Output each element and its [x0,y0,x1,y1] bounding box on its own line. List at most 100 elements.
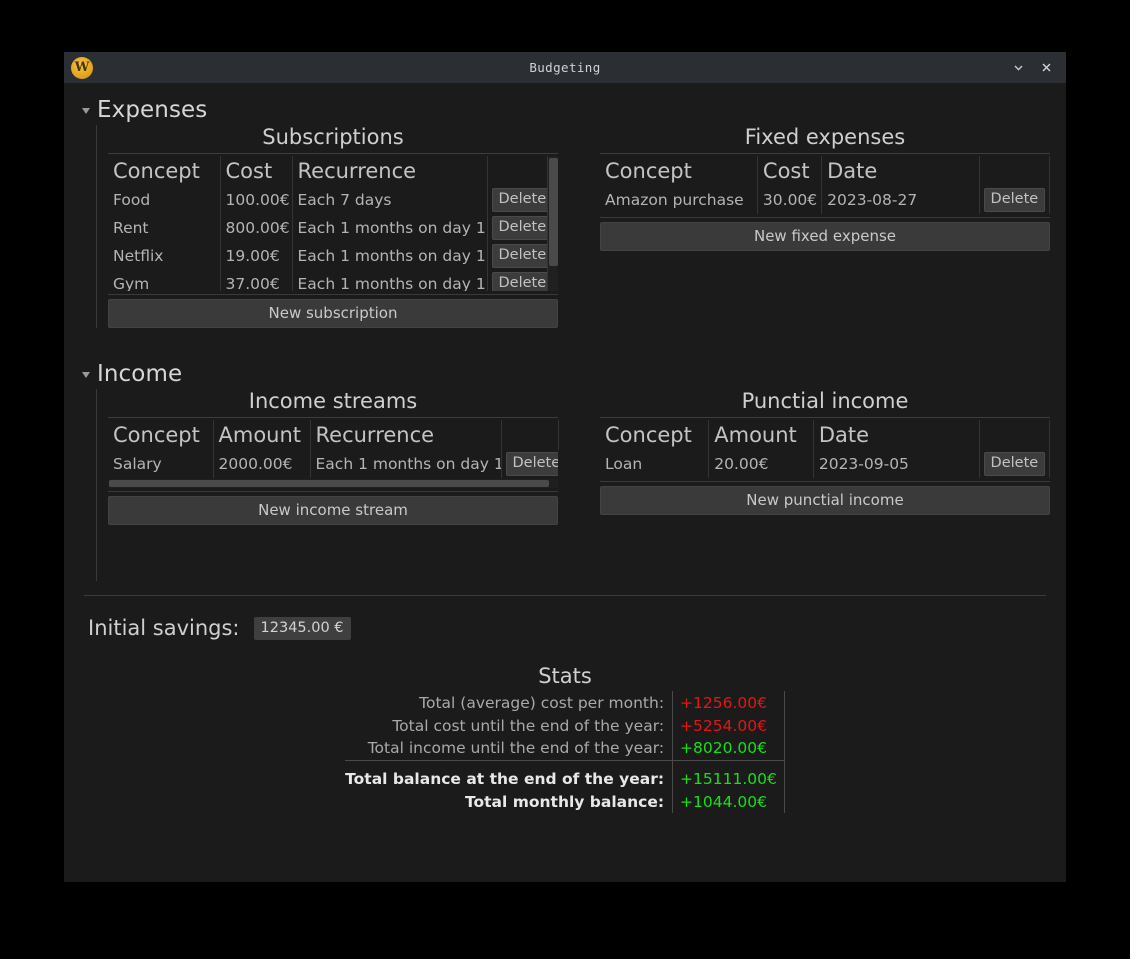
chevron-down-glyph [1013,65,1023,71]
table-row: Food 100.00€ Each 7 days Delete [108,186,548,214]
column-header-date: Date [813,420,980,450]
scrollbar-thumb[interactable] [109,480,549,487]
cell-cost: 19.00€ [220,242,293,270]
cell-concept: Food [108,186,221,214]
cell-actions: Delete [487,214,548,242]
app-window: W Budgeting Expenses Subscriptions Conce… [64,52,1066,882]
panel-subscriptions: Subscriptions Concept Cost Recurrence Fo… [108,125,558,328]
divider [600,417,1050,418]
separator-left [345,759,673,767]
column-header-recurrence: Recurrence [292,156,488,186]
table-header-row: Concept Cost Date [600,156,1051,186]
section-header-income[interactable]: Income [78,359,1052,389]
panel-title-fixed-expenses: Fixed expenses [744,125,906,149]
stats-total-label: Total balance at the end of the year: [345,769,665,788]
stats-total-value: +1044.00€ [672,790,785,813]
column-header-concept: Concept [108,420,214,450]
column-header-concept: Concept [600,156,758,186]
delete-button[interactable]: Delete [505,452,558,476]
triangle-down-icon[interactable] [82,108,90,114]
new-subscription-button[interactable]: New subscription [108,299,558,328]
cell-actions: Delete [501,450,558,478]
divider [600,153,1050,154]
stats-row: Total (average) cost per month: +1256.00… [345,691,785,714]
cell-actions: Delete [979,186,1051,214]
cell-date: 2023-08-27 [821,186,980,214]
divider [108,491,558,492]
cell-recurrence: Each 1 months on day 1 [292,214,488,242]
stats-row: Total cost until the end of the year: +5… [345,714,785,737]
window-title: Budgeting [529,60,601,75]
column-header-date: Date [821,156,980,186]
column-header-cost: Cost [757,156,823,186]
column-header-concept: Concept [600,420,710,450]
stats-value: +8020.00€ [672,737,785,760]
column-header-amount: Amount [708,420,814,450]
cell-recurrence: Each 1 months on day 1 [292,242,488,270]
cell-recurrence: Each 1 months on day 1 [310,450,502,478]
stats-row: Total income until the end of the year: … [345,737,785,760]
stats-separator [345,759,785,767]
stats-label: Total income until the end of the year: [367,739,665,758]
delete-button[interactable]: Delete [491,244,546,268]
section-header-expenses[interactable]: Expenses [78,95,1052,125]
cell-concept: Loan [600,450,710,478]
delete-button[interactable]: Delete [491,188,546,212]
section-body-expenses: Subscriptions Concept Cost Recurrence Fo… [96,125,1052,328]
cell-cost: 37.00€ [220,270,293,291]
stats-value: +5254.00€ [672,714,785,737]
stats-total-label: Total monthly balance: [464,792,665,811]
delete-button[interactable]: Delete [983,452,1046,476]
section-title-income: Income [97,361,183,387]
cell-amount: 2000.00€ [213,450,311,478]
triangle-down-icon[interactable] [82,372,90,378]
cell-actions: Delete [487,270,548,291]
column-header-cost: Cost [220,156,293,186]
table-row: Gym 37.00€ Each 1 months on day 1 Delete [108,270,548,291]
panel-title-income-streams: Income streams [248,389,418,413]
stats-label: Total (average) cost per month: [419,693,665,712]
divider [108,153,558,154]
table-row: Rent 800.00€ Each 1 months on day 1 Dele… [108,214,548,242]
panel-title-punctial-income: Punctial income [741,389,909,413]
cell-amount: 20.00€ [708,450,814,478]
delete-button[interactable]: Delete [491,216,546,240]
panel-title-subscriptions: Subscriptions [262,125,404,149]
cell-cost: 100.00€ [220,186,293,214]
chevron-down-icon[interactable] [1009,59,1027,77]
separator-right [672,759,785,767]
panel-income-streams: Income streams Concept Amount Recurrence [108,389,559,581]
column-header-recurrence: Recurrence [310,420,502,450]
delete-button[interactable]: Delete [491,272,546,291]
column-header-actions [979,420,1051,450]
cell-concept: Gym [108,270,221,291]
cell-concept: Amazon purchase [600,186,758,214]
table-row: Salary 2000.00€ Each 1 months on day 1 D… [108,450,558,478]
cell-concept: Rent [108,214,221,242]
horizontal-scrollbar[interactable] [108,479,558,488]
cell-actions: Delete [487,186,548,214]
new-punctial-income-button[interactable]: New punctial income [600,486,1050,515]
close-icon[interactable] [1037,59,1055,77]
cell-cost: 30.00€ [757,186,823,214]
table-header-row: Concept Amount Date [600,420,1051,450]
initial-savings-label: Initial savings: [88,616,240,640]
section-title-expenses: Expenses [97,97,208,123]
new-fixed-expense-button[interactable]: New fixed expense [600,222,1050,251]
delete-button[interactable]: Delete [983,188,1046,212]
table-header-row: Concept Amount Recurrence [108,420,559,450]
stats-label: Total cost until the end of the year: [392,716,665,735]
initial-savings-input[interactable]: 12345.00 € [253,616,351,640]
new-income-stream-button[interactable]: New income stream [108,496,558,525]
stats-value: +1256.00€ [672,691,785,714]
subscriptions-table: Concept Cost Recurrence Food 100.00€ Eac… [108,156,548,291]
vertical-scrollbar[interactable] [547,156,558,291]
punctial-income-table: Concept Amount Date Loan 20.00€ 2023-09-… [600,420,1051,478]
section-body-income: Income streams Concept Amount Recurrence [96,389,1052,581]
panel-punctial-income: Punctial income Concept Amount Date Loan… [600,389,1051,581]
scrollbar-thumb[interactable] [548,158,558,266]
divider [108,417,558,418]
column-header-amount: Amount [213,420,311,450]
divider [600,217,1050,218]
cell-actions: Delete [979,450,1051,478]
